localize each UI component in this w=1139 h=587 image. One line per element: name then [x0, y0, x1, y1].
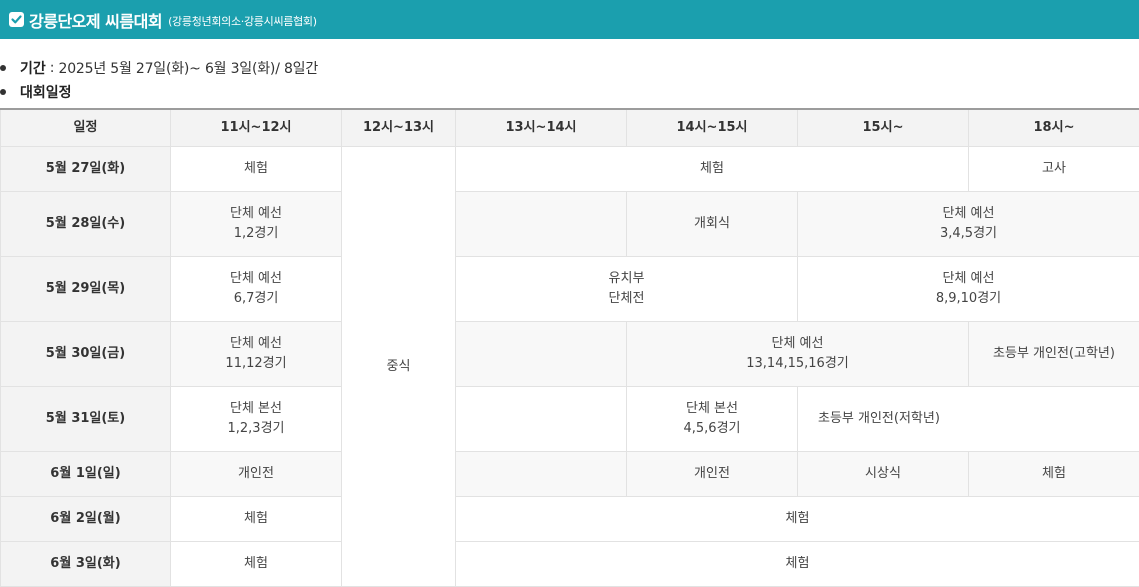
cell-11: 개인전	[171, 452, 342, 497]
cell-18: 고사	[969, 147, 1139, 192]
table-row: 6월 3일(화) 체험 체험	[1, 542, 1139, 587]
cell-line: 단체 예선	[171, 269, 341, 289]
bullet-icon	[0, 65, 6, 71]
table-row: 5월 31일(토) 단체 본선 1,2,3경기 단체 본선 4,5,6경기 초등…	[1, 387, 1139, 452]
bullet-icon	[0, 89, 6, 95]
cell-afternoon: 체험	[456, 497, 1139, 542]
cell-line: 11,12경기	[171, 354, 341, 374]
cell-line: 단체 예선	[171, 204, 341, 224]
period-value: 2025년 5월 27일(화)~ 6월 3일(화)/ 8일간	[58, 58, 318, 78]
date-cell: 5월 30일(금)	[1, 322, 171, 387]
cell-14: 개인전	[627, 452, 798, 497]
cell-line: 단체 본선	[171, 399, 341, 419]
cell-11: 체험	[171, 147, 342, 192]
date-cell: 6월 3일(화)	[1, 542, 171, 587]
cell-15: 초등부 개인전(저학년)	[798, 387, 1139, 452]
section-title: 강릉단오제 씨름대회	[29, 8, 162, 32]
cell-11: 단체 예선 6,7경기	[171, 257, 342, 322]
cell-11: 체험	[171, 542, 342, 587]
header-18: 18시~	[969, 109, 1139, 147]
cell-15: 단체 예선 8,9,10경기	[798, 257, 1139, 322]
cell-line: 단체전	[456, 289, 797, 309]
cell-15: 단체 예선 3,4,5경기	[798, 192, 1139, 257]
cell-13	[456, 322, 627, 387]
cell-11: 단체 본선 1,2,3경기	[171, 387, 342, 452]
table-row: 6월 1일(일) 개인전 개인전 시상식 체험	[1, 452, 1139, 497]
cell-line: 단체 예선	[627, 334, 968, 354]
cell-line: 13,14,15,16경기	[627, 354, 968, 374]
date-cell: 5월 28일(수)	[1, 192, 171, 257]
cell-line: 3,4,5경기	[798, 224, 1139, 244]
date-cell: 5월 27일(화)	[1, 147, 171, 192]
cell-11: 체험	[171, 497, 342, 542]
cell-14: 개회식	[627, 192, 798, 257]
header-12: 12시~13시	[342, 109, 456, 147]
section-header: 강릉단오제 씨름대회 (강릉청년회의소·강릉시씨름협회)	[0, 0, 1139, 39]
cell-line: 단체 예선	[798, 269, 1139, 289]
cell-afternoon: 체험	[456, 542, 1139, 587]
header-date: 일정	[1, 109, 171, 147]
table-row: 5월 27일(화) 체험 중식 체험 고사	[1, 147, 1139, 192]
cell-18: 초등부 개인전(고학년)	[969, 322, 1139, 387]
lunch-cell: 중식	[342, 147, 456, 587]
cell-13: 유치부 단체전	[456, 257, 798, 322]
cell-line: 6,7경기	[171, 289, 341, 309]
header-14: 14시~15시	[627, 109, 798, 147]
table-row: 5월 29일(목) 단체 예선 6,7경기 유치부 단체전 단체 예선 8,9,…	[1, 257, 1139, 322]
cell-line: 1,2경기	[171, 224, 341, 244]
date-cell: 5월 31일(토)	[1, 387, 171, 452]
cell-line: 8,9,10경기	[798, 289, 1139, 309]
cell-14: 단체 예선 13,14,15,16경기	[627, 322, 969, 387]
event-info: 기간 : 2025년 5월 27일(화)~ 6월 3일(화)/ 8일간 대회일정	[0, 56, 1139, 104]
header-11: 11시~12시	[171, 109, 342, 147]
cell-18: 체험	[969, 452, 1139, 497]
date-cell: 5월 29일(목)	[1, 257, 171, 322]
table-header-row: 일정 11시~12시 12시~13시 13시~14시 14시~15시 15시~ …	[1, 109, 1139, 147]
period-item: 기간 : 2025년 5월 27일(화)~ 6월 3일(화)/ 8일간	[0, 56, 1139, 80]
cell-15: 시상식	[798, 452, 969, 497]
cell-line: 4,5,6경기	[627, 419, 797, 439]
cell-11: 단체 예선 11,12경기	[171, 322, 342, 387]
cell-line: 1,2,3경기	[171, 419, 341, 439]
section-subtitle: (강릉청년회의소·강릉시씨름협회)	[168, 13, 317, 29]
date-cell: 6월 2일(월)	[1, 497, 171, 542]
header-15: 15시~	[798, 109, 969, 147]
period-label: 기간	[20, 58, 46, 78]
date-cell: 6월 1일(일)	[1, 452, 171, 497]
cell-line: 단체 예선	[798, 204, 1139, 224]
schedule-table: 일정 11시~12시 12시~13시 13시~14시 14시~15시 15시~ …	[0, 108, 1139, 587]
schedule-item: 대회일정	[0, 80, 1139, 104]
schedule-label: 대회일정	[20, 82, 72, 102]
header-13: 13시~14시	[456, 109, 627, 147]
table-row: 5월 28일(수) 단체 예선 1,2경기 개회식 단체 예선 3,4,5경기	[1, 192, 1139, 257]
cell-line: 단체 본선	[627, 399, 797, 419]
table-row: 6월 2일(월) 체험 체험	[1, 497, 1139, 542]
period-separator: :	[50, 60, 55, 76]
cell-11: 단체 예선 1,2경기	[171, 192, 342, 257]
checkbox-checked-icon	[9, 12, 24, 27]
cell-13	[456, 452, 627, 497]
cell-line: 단체 예선	[171, 334, 341, 354]
cell-13	[456, 192, 627, 257]
cell-afternoon: 체험	[456, 147, 969, 192]
cell-14: 단체 본선 4,5,6경기	[627, 387, 798, 452]
cell-line: 유치부	[456, 269, 797, 289]
table-row: 5월 30일(금) 단체 예선 11,12경기 단체 예선 13,14,15,1…	[1, 322, 1139, 387]
cell-13	[456, 387, 627, 452]
